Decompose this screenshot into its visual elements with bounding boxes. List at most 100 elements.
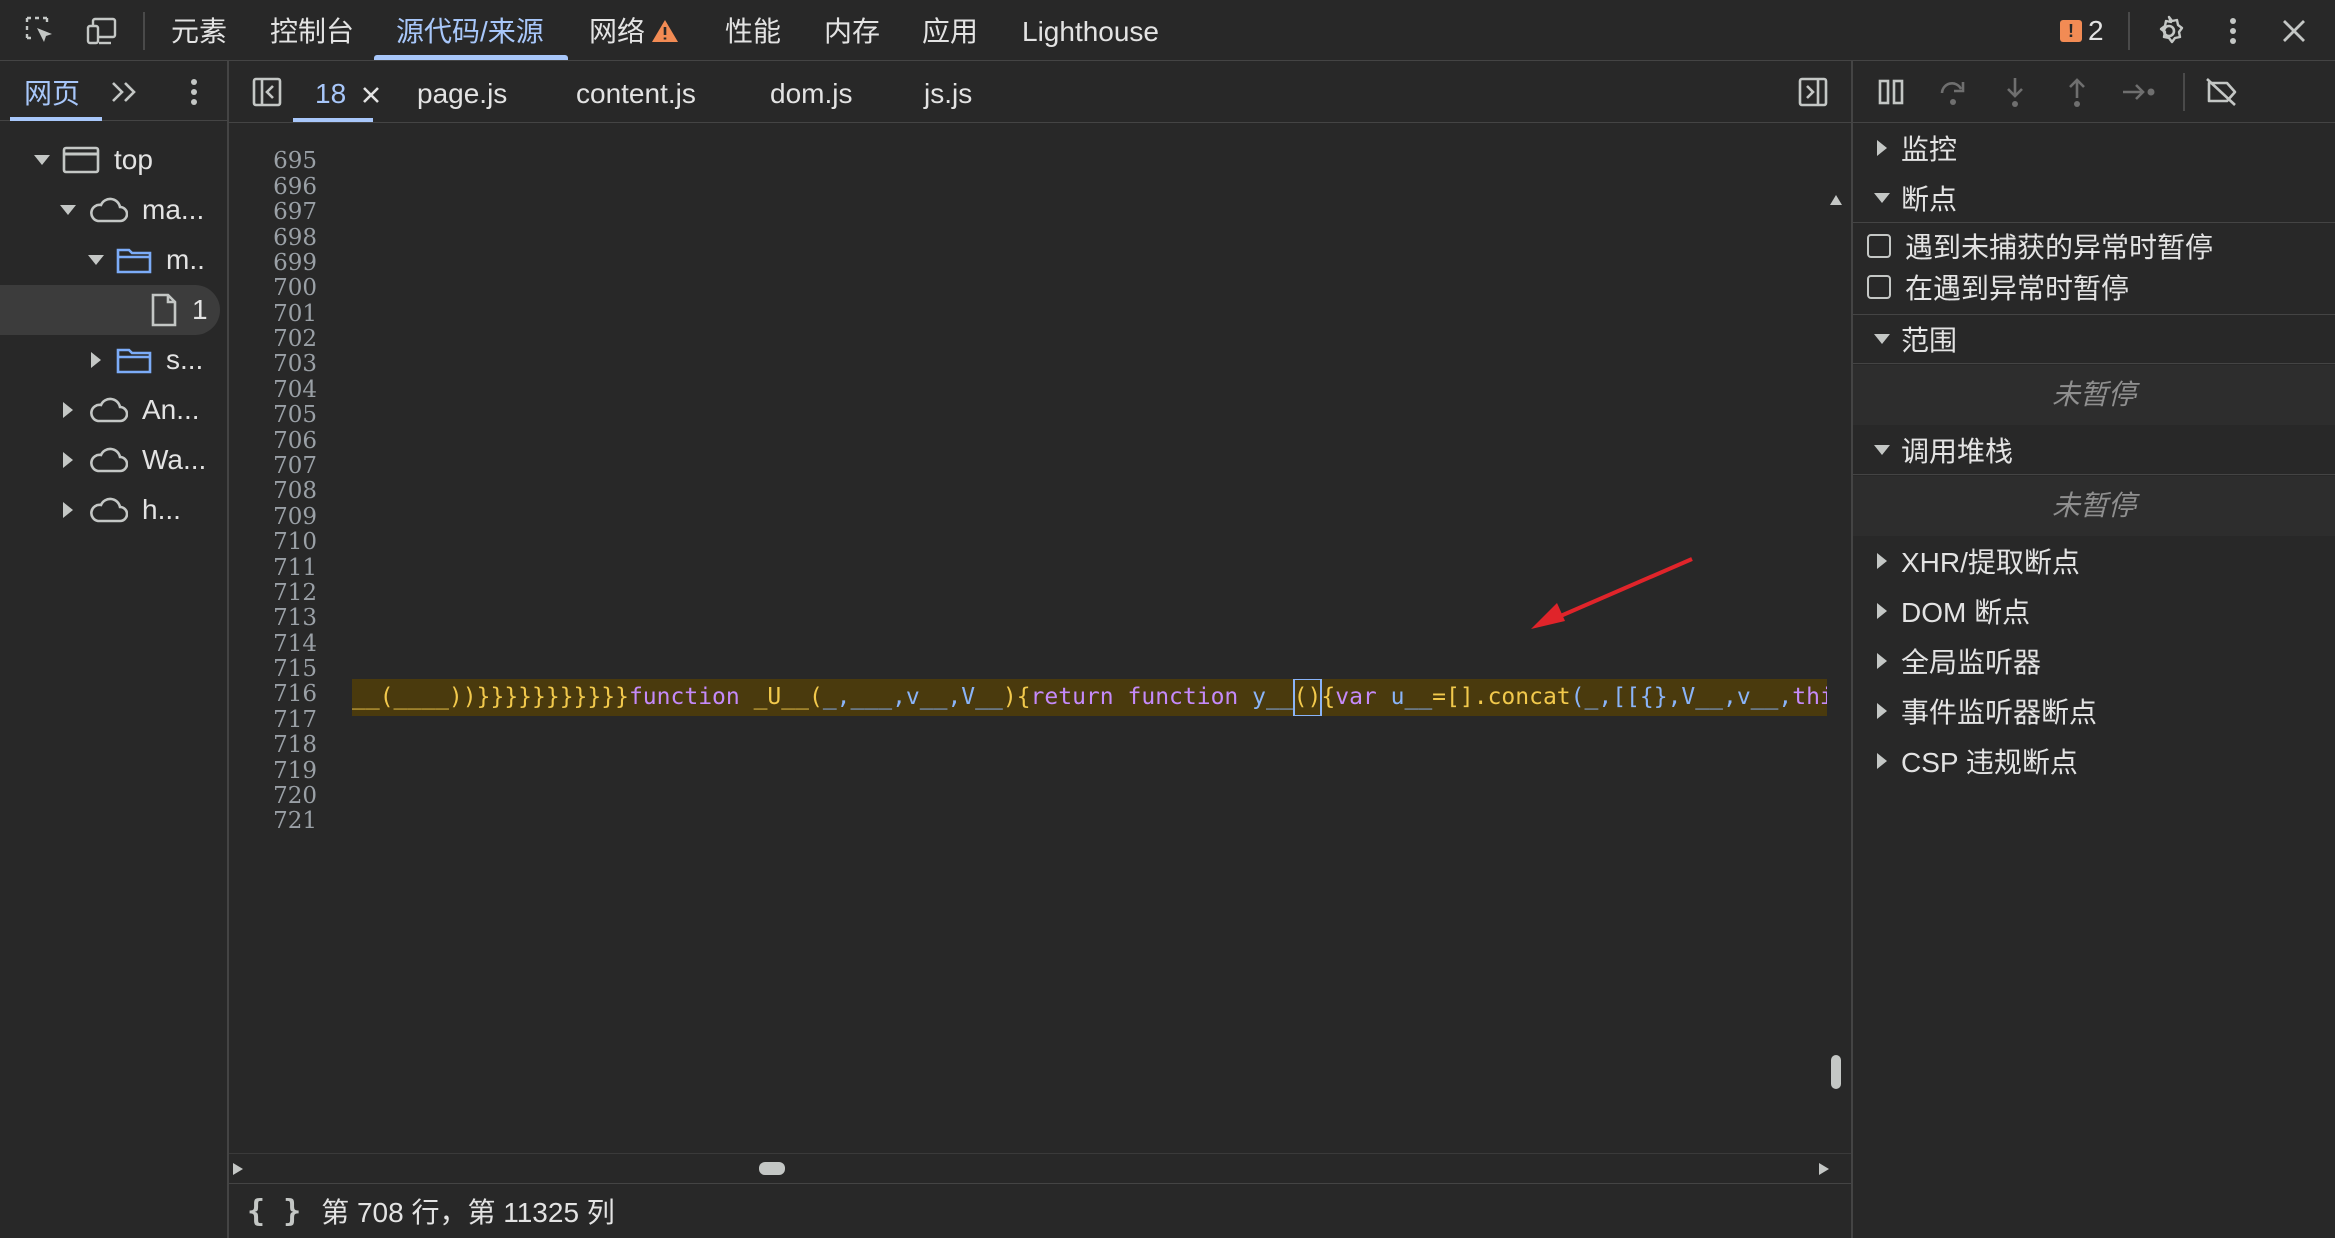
line-number[interactable]: 719 <box>229 758 317 784</box>
line-number[interactable]: 699 <box>229 250 317 276</box>
tab-elements[interactable]: 元素 <box>171 0 227 61</box>
toggle-debugger-icon[interactable] <box>1795 74 1831 110</box>
horizontal-scrollbar[interactable] <box>229 1153 1851 1183</box>
toolbar-divider <box>2183 73 2185 111</box>
tree-item-folder[interactable]: s... <box>0 335 227 385</box>
line-number[interactable]: 720 <box>229 783 317 809</box>
step-icon[interactable] <box>2121 74 2157 110</box>
pause-on-uncaught-exceptions-checkbox[interactable]: 遇到未捕获的异常时暂停 <box>1867 226 2213 266</box>
step-out-icon[interactable] <box>2059 74 2095 110</box>
line-number[interactable]: 717 <box>229 707 317 733</box>
code-area[interactable]: 695 696 697 698 699 700 701 702 703 704 … <box>229 123 1851 1153</box>
section-dom-breakpoints[interactable]: DOM 断点 <box>1853 586 2335 636</box>
collapse-arrow-icon[interactable] <box>58 450 78 470</box>
tab-memory[interactable]: 内存 <box>824 0 880 61</box>
editor-tab-content-js[interactable]: content.js <box>576 61 696 122</box>
line-number[interactable]: 718 <box>229 732 317 758</box>
section-breakpoints[interactable]: 断点 <box>1853 173 2335 223</box>
section-csp-breakpoints[interactable]: CSP 违规断点 <box>1853 736 2335 786</box>
editor-tab-page-js[interactable]: page.js <box>417 61 507 122</box>
step-over-icon[interactable] <box>1935 74 1971 110</box>
section-watch[interactable]: 监控 <box>1853 123 2335 173</box>
collapse-arrow-icon[interactable] <box>86 350 106 370</box>
line-number[interactable]: 712 <box>229 580 317 606</box>
tab-application[interactable]: 应用 <box>922 0 978 61</box>
tree-item-top[interactable]: top <box>0 135 227 185</box>
tree-item-file[interactable]: 1 <box>0 285 220 335</box>
expanded-arrow-icon <box>1873 189 1891 207</box>
tab-page[interactable]: 网页 <box>24 61 80 121</box>
line-number[interactable]: 697 <box>229 199 317 225</box>
section-xhr-breakpoints[interactable]: XHR/提取断点 <box>1853 536 2335 586</box>
line-number[interactable]: 702 <box>229 326 317 352</box>
tree-item-label: m.. <box>166 244 205 275</box>
collapse-arrow-icon[interactable] <box>58 500 78 520</box>
editor-tab-dom-js[interactable]: dom.js <box>770 61 852 122</box>
pause-resume-icon[interactable] <box>1873 74 1909 110</box>
tab-sources[interactable]: 源代码/来源 <box>396 0 544 61</box>
editor-tab-js-js[interactable]: js.js <box>924 61 972 122</box>
tree-item-domain[interactable]: ma... <box>0 185 227 235</box>
line-number[interactable]: 713 <box>229 605 317 631</box>
issues-counter[interactable]: ! 2 <box>2060 15 2104 47</box>
tree-item-folder[interactable]: m.. <box>0 235 227 285</box>
line-number[interactable]: 703 <box>229 351 317 377</box>
step-into-icon[interactable] <box>1997 74 2033 110</box>
tab-performance[interactable]: 性能 <box>725 0 781 61</box>
collapse-arrow-icon[interactable] <box>58 400 78 420</box>
tree-item-domain[interactable]: Wa... <box>0 435 227 485</box>
inspect-element-icon[interactable] <box>22 13 58 49</box>
deactivate-breakpoints-icon[interactable] <box>2203 74 2239 110</box>
section-call-stack[interactable]: 调用堆栈 <box>1853 425 2335 475</box>
line-number[interactable]: 707 <box>229 453 317 479</box>
tree-item-domain[interactable]: h... <box>0 485 227 535</box>
line-number[interactable]: 695 <box>229 148 317 174</box>
toggle-navigator-icon[interactable] <box>249 74 285 110</box>
checkbox[interactable] <box>1867 234 1891 258</box>
pause-on-caught-exceptions-checkbox[interactable]: 在遇到异常时暂停 <box>1867 267 2129 307</box>
line-number[interactable]: 715 <box>229 656 317 682</box>
line-number[interactable]: 711 <box>229 555 317 581</box>
checkbox[interactable] <box>1867 275 1891 299</box>
collapsed-arrow-icon <box>1873 702 1891 720</box>
vertical-scrollbar[interactable] <box>1825 185 1847 1153</box>
expand-arrow-icon[interactable] <box>86 250 106 270</box>
device-toolbar-icon[interactable] <box>84 13 120 49</box>
settings-gear-icon[interactable] <box>2151 13 2187 49</box>
line-number[interactable]: 700 <box>229 275 317 301</box>
line-number[interactable]: 701 <box>229 301 317 327</box>
line-number[interactable]: 716 <box>229 681 317 707</box>
navigator-menu-icon[interactable] <box>176 74 212 110</box>
pretty-print-button[interactable]: { } <box>247 1194 301 1229</box>
line-number[interactable]: 709 <box>229 504 317 530</box>
line-number[interactable]: 698 <box>229 225 317 251</box>
section-scope[interactable]: 范围 <box>1853 314 2335 364</box>
line-number[interactable]: 710 <box>229 529 317 555</box>
highlighted-code-line[interactable]: __(____))}}}}}}}}}}}function _U__(_,___,… <box>352 679 1827 716</box>
expanded-arrow-icon <box>1873 441 1891 459</box>
close-devtools-icon[interactable] <box>2276 13 2312 49</box>
code-token: concat <box>1487 684 1571 710</box>
line-number[interactable]: 705 <box>229 402 317 428</box>
tree-item-domain[interactable]: An... <box>0 385 227 435</box>
line-number[interactable]: 706 <box>229 428 317 454</box>
line-number[interactable]: 714 <box>229 631 317 657</box>
line-number[interactable]: 721 <box>229 808 317 834</box>
tree-item-label: 1 <box>192 294 208 325</box>
tab-network[interactable]: 网络 <box>589 0 679 61</box>
file-navigator: 网页 top ma... m.. 1 s... An... Wa... h... <box>0 61 229 1238</box>
code-token: { <box>1321 684 1336 710</box>
line-number[interactable]: 696 <box>229 174 317 200</box>
line-number[interactable]: 708 <box>229 478 317 504</box>
line-number[interactable]: 704 <box>229 377 317 403</box>
section-global-listeners[interactable]: 全局监听器 <box>1853 636 2335 686</box>
close-tab-icon[interactable] <box>362 86 380 104</box>
tab-console[interactable]: 控制台 <box>270 0 354 61</box>
more-tabs-chevron-icon[interactable] <box>106 74 142 110</box>
expand-arrow-icon[interactable] <box>58 200 78 220</box>
tab-lighthouse[interactable]: Lighthouse <box>1022 0 1159 61</box>
section-event-listener-breakpoints[interactable]: 事件监听器断点 <box>1853 686 2335 736</box>
more-options-icon[interactable] <box>2215 13 2251 49</box>
editor-tab-18[interactable]: 18 <box>315 61 380 122</box>
expand-arrow-icon[interactable] <box>32 150 52 170</box>
